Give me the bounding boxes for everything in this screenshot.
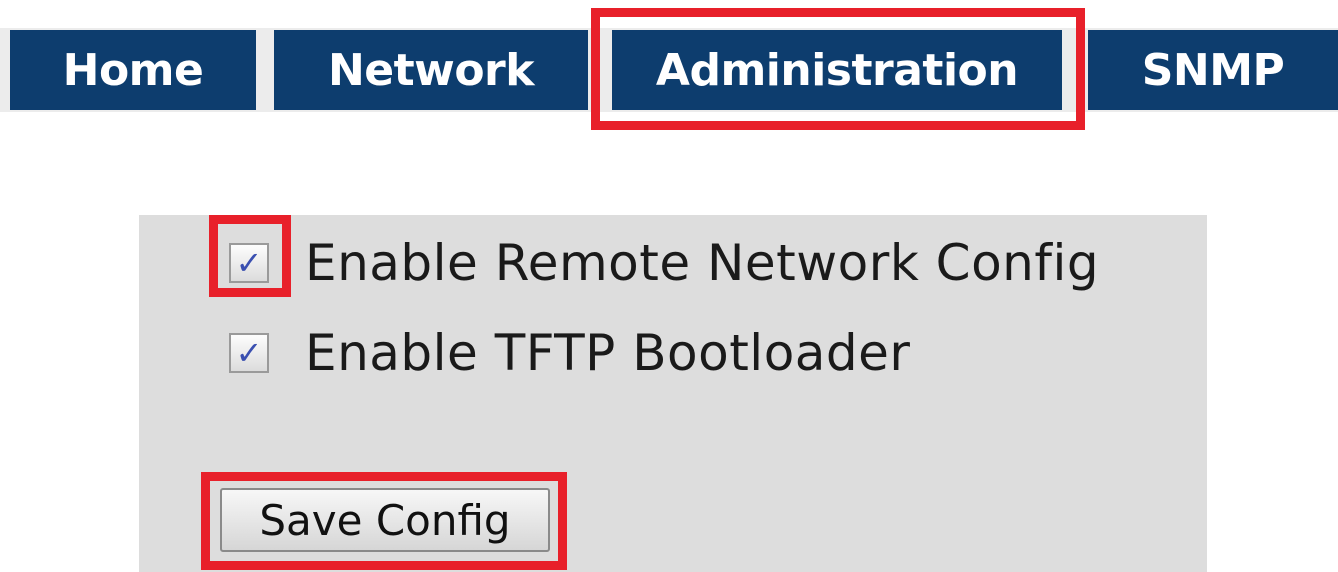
tftp-bootloader-option: ✓ Enable TFTP Bootloader bbox=[229, 322, 910, 384]
tftp-bootloader-checkbox[interactable]: ✓ bbox=[229, 333, 269, 373]
admin-page: Home Network Administration SNMP ✓ Enabl… bbox=[0, 0, 1338, 572]
checkmark-icon: ✓ bbox=[235, 334, 263, 372]
remote-network-config-label: Enable Remote Network Config bbox=[305, 234, 1100, 292]
checkmark-icon: ✓ bbox=[235, 244, 263, 282]
tab-home[interactable]: Home bbox=[10, 30, 256, 110]
remote-network-config-option: ✓ Enable Remote Network Config bbox=[229, 232, 1099, 294]
remote-network-config-checkbox[interactable]: ✓ bbox=[229, 243, 269, 283]
tab-network[interactable]: Network bbox=[274, 30, 588, 110]
tab-administration[interactable]: Administration bbox=[612, 30, 1062, 110]
tab-snmp[interactable]: SNMP bbox=[1088, 30, 1338, 110]
tftp-bootloader-label: Enable TFTP Bootloader bbox=[305, 324, 911, 382]
save-config-button[interactable]: Save Config bbox=[220, 488, 550, 552]
